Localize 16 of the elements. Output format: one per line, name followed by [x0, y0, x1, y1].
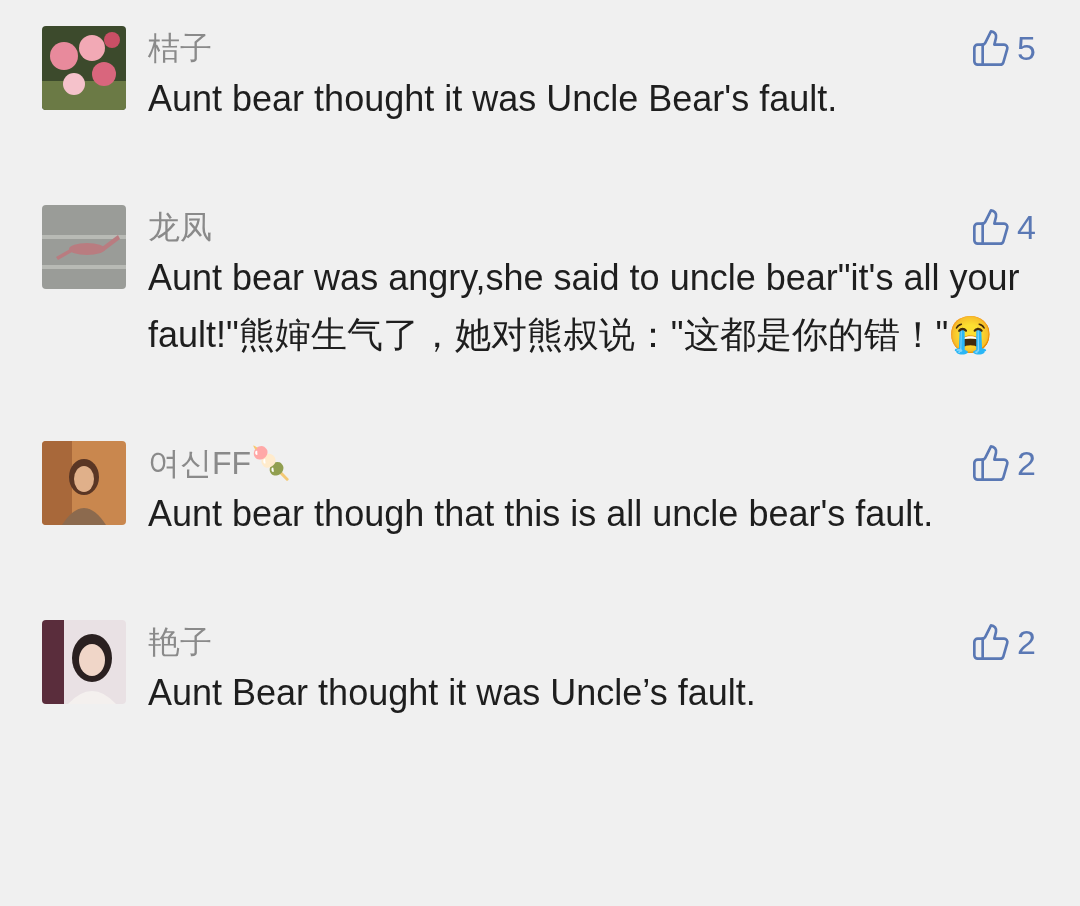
- thumbs-up-icon: [971, 207, 1012, 247]
- thumbs-up-icon: [971, 28, 1012, 68]
- commenter-name: 桔子: [148, 29, 212, 68]
- comment-text: Aunt bear though that this is all uncle bear's fault.: [148, 492, 935, 536]
- commenter-name: 여신FF🍡: [148, 444, 292, 483]
- comment-text: Aunt Bear thought it was Uncle’s fault.: [148, 671, 757, 715]
- comment-text: Aunt bear was angry,she said to uncle bear"it's all your fault!"熊婶生气了，她对熊叔说："这都是你的错！"😭: [148, 256, 1021, 357]
- like-button[interactable]: 5: [971, 28, 1036, 68]
- commenter-name: 艳子: [148, 623, 212, 662]
- like-button[interactable]: 4: [971, 207, 1036, 247]
- thumbs-up-icon: [971, 622, 1012, 662]
- thumbs-up-icon: [971, 443, 1012, 483]
- comment-text: Aunt bear thought it was Uncle Bear's fault.: [148, 77, 839, 121]
- commenter-name: 龙凤: [148, 208, 212, 247]
- like-button[interactable]: 2: [971, 622, 1036, 662]
- like-button[interactable]: 2: [971, 443, 1036, 483]
